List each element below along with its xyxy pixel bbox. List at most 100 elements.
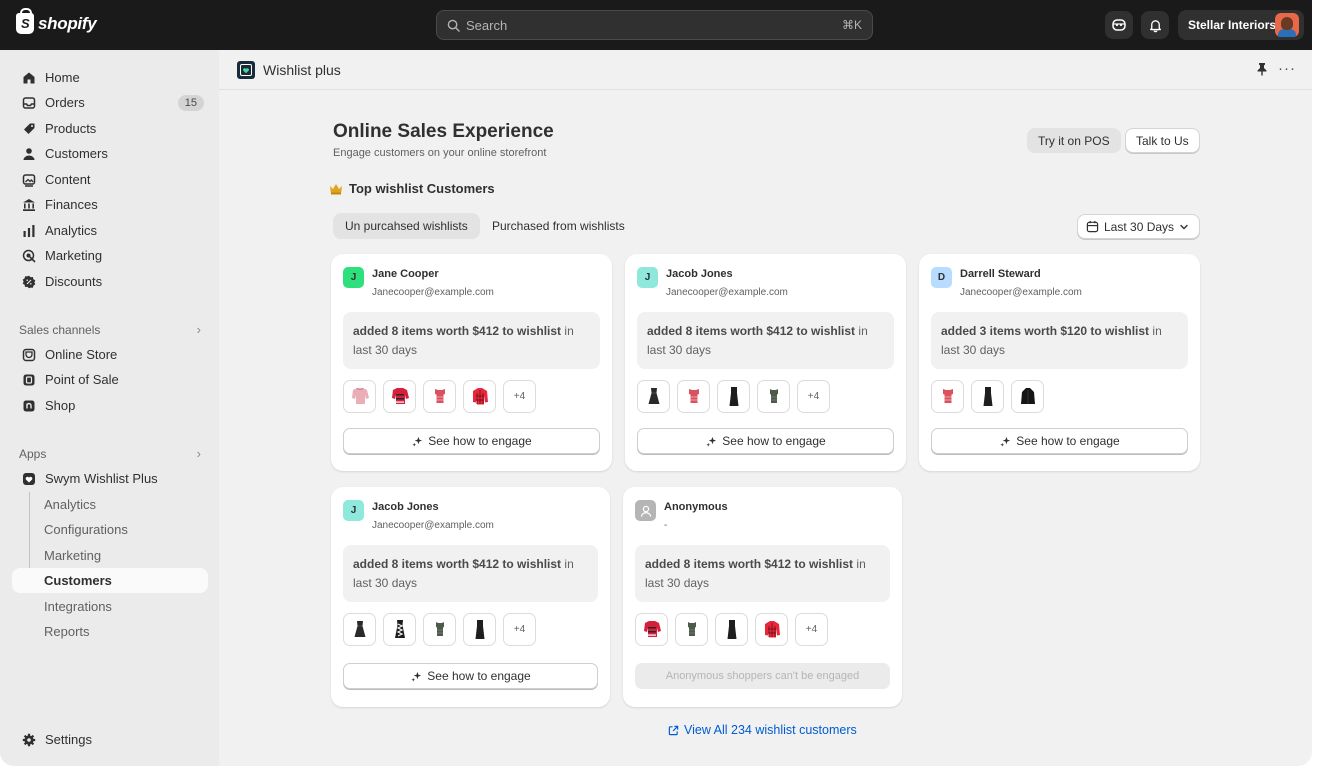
wishlist-summary: added 3 items worth $120 to wishlist in …	[931, 312, 1188, 369]
sidebar-item-point-of-sale[interactable]: Point of Sale	[12, 367, 208, 392]
wishlist-product-thumbnail[interactable]	[717, 380, 750, 413]
sidebar-item-label: Finances	[45, 197, 98, 212]
more-products-badge[interactable]: +4	[795, 613, 828, 646]
sidebar-item-online-store[interactable]: Online Store	[12, 342, 208, 367]
summary-highlight: added 8 items worth $412 to wishlist	[353, 324, 562, 338]
wishlist-plus-logo-icon	[237, 60, 255, 79]
tab-unpurchased-wishlists[interactable]: Un purcahsed wishlists	[333, 213, 480, 239]
try-on-pos-button[interactable]: Try it on POS	[1027, 128, 1121, 153]
wishlist-product-thumbnail[interactable]	[931, 380, 964, 413]
app-title: Wishlist plus	[263, 61, 341, 78]
sidebar-item-shop[interactable]: Shop	[12, 393, 208, 418]
sidekick-button[interactable]	[1105, 11, 1133, 39]
wishlist-product-thumbnail[interactable]	[755, 613, 788, 646]
more-products-badge[interactable]: +4	[503, 380, 536, 413]
avatar-initial: D	[937, 272, 946, 283]
wishlist-app-icon	[22, 472, 36, 486]
notifications-button[interactable]	[1141, 11, 1169, 39]
pos-icon	[22, 373, 36, 387]
sidebar-item-swym-wishlist-plus[interactable]: Swym Wishlist Plus	[12, 466, 208, 491]
sidebar-item-finances[interactable]: Finances	[12, 192, 208, 217]
see-how-to-engage-button[interactable]: See how to engage	[637, 428, 894, 454]
wishlist-products: +4	[637, 380, 830, 413]
customer-card: J Jacob Jones Janecooper@example.com add…	[331, 487, 610, 707]
sidebar-item-products[interactable]: Products	[12, 116, 208, 141]
sidebar-item-home[interactable]: Home	[12, 65, 208, 90]
pin-icon[interactable]	[1256, 62, 1268, 79]
more-products-badge[interactable]: +4	[503, 613, 536, 646]
wishlist-product-thumbnail[interactable]	[635, 613, 668, 646]
app-name: Swym Wishlist Plus	[45, 471, 158, 486]
sidebar-item-discounts[interactable]: Discounts	[12, 269, 208, 294]
sidebar-subitem-analytics[interactable]: Analytics	[12, 492, 208, 517]
wishlist-product-thumbnail[interactable]	[423, 613, 456, 646]
more-options-icon[interactable]: ···	[1278, 60, 1296, 77]
sidebar-item-orders[interactable]: Orders 15	[12, 90, 208, 115]
wishlist-product-thumbnail[interactable]	[463, 380, 496, 413]
discount-icon	[22, 275, 36, 289]
wishlist-product-thumbnail[interactable]	[383, 613, 416, 646]
wishlist-product-thumbnail[interactable]	[971, 380, 1004, 413]
wishlist-product-thumbnail[interactable]	[757, 380, 790, 413]
sidebar-item-content[interactable]: Content	[12, 167, 208, 192]
wishlist-product-thumbnail[interactable]	[1011, 380, 1044, 413]
date-range-select[interactable]: Last 30 Days	[1077, 214, 1201, 239]
sidebar-subitem-reports[interactable]: Reports	[12, 619, 208, 644]
wishlist-product-thumbnail[interactable]	[677, 380, 710, 413]
store-icon	[22, 348, 36, 362]
customer-card: Anonymous - added 8 items worth $412 to …	[623, 487, 902, 707]
talk-to-us-button[interactable]: Talk to Us	[1125, 128, 1200, 153]
sidebar-item-label: Point of Sale	[45, 372, 119, 387]
sidebar-item-label: Customers	[45, 146, 108, 161]
store-name: Stellar Interiors	[1188, 18, 1277, 32]
search-input[interactable]: Search ⌘K	[436, 10, 873, 40]
engage-label: See how to engage	[722, 434, 826, 448]
tab-purchased-from-wishlists[interactable]: Purchased from wishlists	[480, 213, 637, 239]
more-products-badge[interactable]: +4	[797, 380, 830, 413]
wishlist-product-thumbnail[interactable]	[343, 380, 376, 413]
user-avatar	[1275, 13, 1299, 37]
sidebar-item-customers[interactable]: Customers	[12, 141, 208, 166]
store-menu-button[interactable]: Stellar Interiors	[1178, 10, 1304, 40]
see-how-to-engage-button[interactable]: See how to engage	[931, 428, 1188, 454]
sidebar-subitem-marketing[interactable]: Marketing	[12, 543, 208, 568]
sidebar-item-marketing[interactable]: Marketing	[12, 243, 208, 268]
view-all-link[interactable]: View All 234 wishlist customers	[668, 723, 857, 737]
search-placeholder: Search	[466, 17, 508, 33]
sparkle-icon	[706, 436, 717, 447]
apps-label: Apps	[19, 446, 47, 461]
sidebar-item-label: Home	[45, 70, 80, 85]
sidebar-item-analytics[interactable]: Analytics	[12, 218, 208, 243]
shopify-logo[interactable]: S shopify	[16, 8, 97, 34]
wishlist-product-thumbnail[interactable]	[675, 613, 708, 646]
see-how-to-engage-button[interactable]: See how to engage	[343, 663, 598, 689]
wishlist-product-thumbnail[interactable]	[463, 613, 496, 646]
sidebar-subitem-customers[interactable]: Customers	[12, 568, 208, 593]
customer-email: Janecooper@example.com	[372, 287, 494, 298]
see-how-to-engage-button[interactable]: See how to engage	[343, 428, 600, 454]
sidebar-item-label: Shop	[45, 398, 76, 413]
sidebar-item-label: Marketing	[45, 248, 103, 263]
page-title: Online Sales Experience	[333, 121, 554, 142]
avatar-initial: J	[350, 505, 357, 516]
sidebar-subitem-configurations[interactable]: Configurations	[12, 517, 208, 542]
brand-name: shopify	[38, 13, 97, 33]
avatar-initial: J	[644, 272, 651, 283]
engage-label: Anonymous shoppers can't be engaged	[665, 670, 860, 682]
wishlist-product-thumbnail[interactable]	[637, 380, 670, 413]
engage-label: See how to engage	[427, 669, 531, 683]
summary-highlight: added 3 items worth $120 to wishlist	[941, 324, 1150, 338]
sidebar-item-settings[interactable]: Settings	[12, 727, 208, 752]
wishlist-product-thumbnail[interactable]	[423, 380, 456, 413]
bar-chart-icon	[22, 224, 36, 238]
search-shortcut: ⌘K	[841, 18, 862, 32]
wishlist-products: +4	[635, 613, 828, 646]
sales-channels-header[interactable]: Sales channels ›	[19, 322, 201, 337]
wishlist-product-thumbnail[interactable]	[383, 380, 416, 413]
wishlist-product-thumbnail[interactable]	[715, 613, 748, 646]
sidekick-icon	[1112, 19, 1126, 31]
wishlist-product-thumbnail[interactable]	[343, 613, 376, 646]
section-title-text: Top wishlist Customers	[349, 181, 495, 196]
apps-header[interactable]: Apps ›	[19, 446, 201, 461]
sidebar-subitem-integrations[interactable]: Integrations	[12, 594, 208, 619]
